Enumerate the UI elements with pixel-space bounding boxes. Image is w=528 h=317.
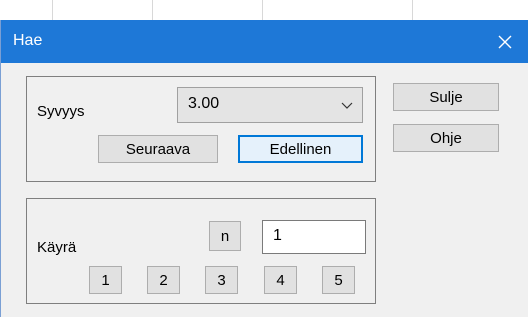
n-button[interactable]: n xyxy=(209,221,241,251)
screen: Hae Syvyys 3.00 Seuraava Edellinen Käyrä… xyxy=(0,0,528,317)
close-button[interactable] xyxy=(482,20,528,63)
depth-select[interactable]: 3.00 xyxy=(177,87,363,123)
background-divider xyxy=(152,0,153,20)
depth-label: Syvyys xyxy=(37,103,85,120)
help-button[interactable]: Ohje xyxy=(393,124,499,152)
previous-button[interactable]: Edellinen xyxy=(238,135,363,163)
depth-value: 3.00 xyxy=(188,95,220,112)
curve-label: Käyrä xyxy=(37,239,77,256)
n-input[interactable]: 1 xyxy=(262,220,366,254)
depth-group: Syvyys 3.00 Seuraava Edellinen xyxy=(26,76,376,182)
close-dialog-button[interactable]: Sulje xyxy=(393,83,499,111)
chevron-down-icon xyxy=(341,102,353,109)
curve-button-2[interactable]: 2 xyxy=(147,266,180,294)
curve-button-5[interactable]: 5 xyxy=(322,266,355,294)
search-dialog: Hae Syvyys 3.00 Seuraava Edellinen Käyrä… xyxy=(0,20,528,317)
next-button[interactable]: Seuraava xyxy=(98,135,218,163)
close-icon xyxy=(498,35,512,48)
background-app-strip xyxy=(0,0,528,20)
background-divider xyxy=(412,0,413,20)
background-divider xyxy=(262,0,263,20)
curve-button-3[interactable]: 3 xyxy=(205,266,238,294)
curve-button-4[interactable]: 4 xyxy=(264,266,297,294)
curve-button-1[interactable]: 1 xyxy=(89,266,122,294)
dialog-title: Hae xyxy=(13,32,43,49)
background-divider xyxy=(52,0,53,20)
curve-group: Käyrä n 1 1 2 3 4 5 xyxy=(26,198,376,304)
title-bar[interactable]: Hae xyxy=(1,20,528,63)
